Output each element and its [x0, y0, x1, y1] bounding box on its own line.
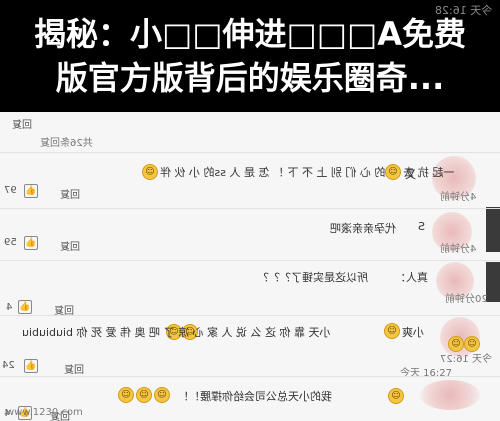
comment-text: 小天 靠 你 这 么 说 人 家 心 凉 了 吧 奥 伟 爱 死 你 biubi…: [22, 326, 331, 339]
like-icon[interactable]: 👍: [24, 184, 38, 198]
emoji-icon: ☺: [118, 387, 134, 403]
comment-author: 又: [405, 168, 416, 181]
emoji-icon: ☺: [388, 388, 404, 404]
like-icon[interactable]: 👍: [24, 359, 38, 373]
watermark: www.1230.com: [6, 407, 83, 418]
comment-text: 代孕亲亲滚吧: [330, 222, 396, 235]
comment-author: 真人：: [395, 271, 428, 284]
comment-time: 4分钟前: [440, 192, 477, 203]
emoji-icon: ☺: [385, 164, 401, 180]
like-count: 97: [4, 185, 17, 196]
emoji-icon: ☺: [136, 387, 152, 403]
comment-author: S: [418, 220, 425, 233]
comment-time: 4分钟前: [440, 244, 477, 255]
headline-line-1: 揭秘：小□□伸进□□□A免费: [34, 15, 466, 53]
emoji-icon: ☺: [142, 164, 158, 180]
comment-time: 今天 16:27: [440, 354, 492, 365]
comment-text: 我的小天总公司会给你撑腰！！: [178, 390, 332, 403]
comment-time: 20分钟前: [445, 294, 488, 305]
like-icon[interactable]: 👍: [18, 300, 32, 314]
reply-count[interactable]: 共26条回复: [40, 134, 93, 149]
like-count: 59: [4, 237, 17, 248]
reply-link[interactable]: 回复: [12, 116, 32, 131]
reply-link[interactable]: 回复: [60, 186, 80, 201]
emoji-icon: ☺: [154, 387, 170, 403]
phone-edge: [486, 207, 500, 252]
emoji-icon: ☺: [448, 336, 464, 352]
top-timestamp: 今天 16:28: [434, 4, 492, 17]
reply-link[interactable]: 回复: [64, 361, 84, 376]
comment-text: 所以这是实锤了？？？: [258, 271, 368, 284]
comment-author: 小爽: [402, 326, 424, 339]
like-icon[interactable]: 👍: [24, 236, 38, 250]
like-count: 24: [2, 360, 15, 371]
emoji-icon: ☺: [464, 336, 480, 352]
emoji-icon: ☺: [384, 323, 400, 339]
phone-edge: [486, 262, 500, 302]
like-count: 4: [6, 302, 13, 313]
comment-screenshot: 回复 共26条回复 一起 抗 去 看 的 心 们 别 上 不 下 ！ 怎 是 人…: [0, 112, 500, 421]
headline-banner: 揭秘：小□□伸进□□□A免费 版官方版背后的娱乐圈奇...: [0, 0, 500, 112]
avatar: [420, 380, 480, 410]
headline-line-2: 版官方版背后的娱乐圈奇...: [55, 59, 445, 97]
reply-link[interactable]: 回复: [60, 238, 80, 253]
